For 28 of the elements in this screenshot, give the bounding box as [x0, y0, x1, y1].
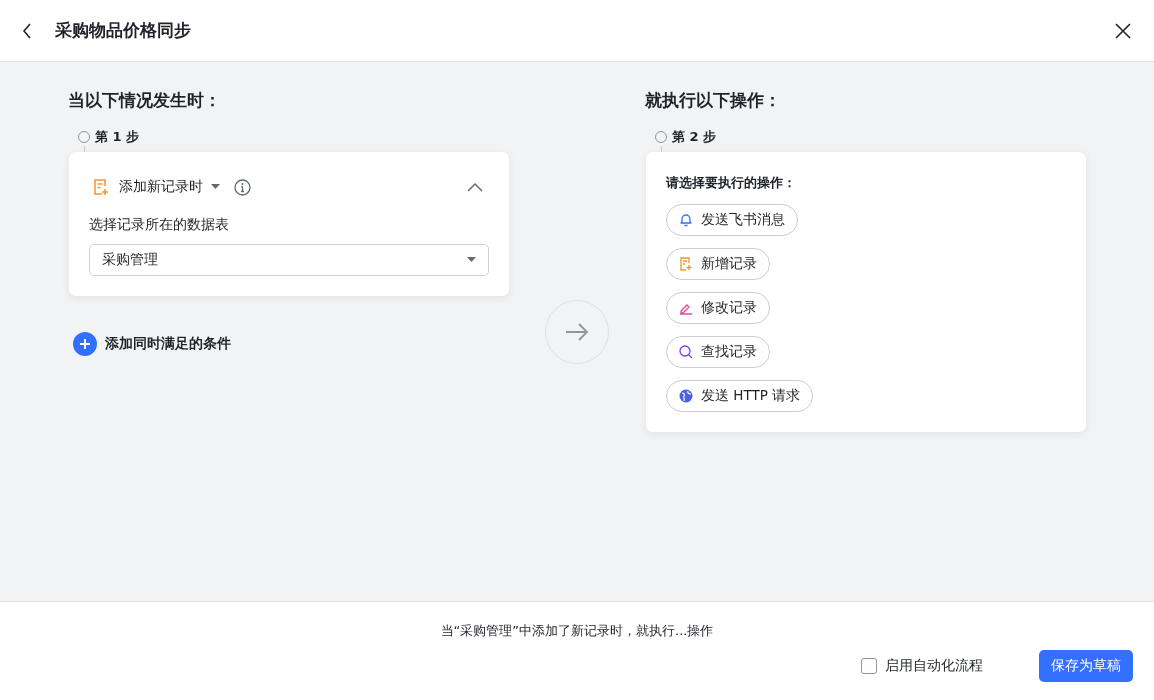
action-option[interactable]: 新增记录: [666, 248, 770, 280]
caret-down-icon: [467, 257, 476, 263]
record-add-icon: [93, 178, 109, 196]
enable-checkbox[interactable]: 启用自动化流程: [861, 657, 983, 675]
plus-icon: [73, 332, 97, 356]
summary-text: 当“采购管理”中添加了新记录时，就执行...操作: [440, 622, 714, 640]
field-label: 选择记录所在的数据表: [89, 216, 230, 234]
search-icon: [679, 345, 693, 359]
action-option[interactable]: 发送 HTTP 请求: [666, 380, 814, 412]
globe-icon: [679, 389, 693, 403]
bell-icon: [679, 213, 693, 227]
table-select[interactable]: 采购管理: [89, 244, 489, 276]
action-option[interactable]: 发送飞书消息: [666, 204, 798, 236]
section-heading: 当以下情况发生时：: [68, 89, 222, 112]
add-condition-button[interactable]: 添加同时满足的条件: [73, 296, 231, 356]
caret-down-icon: [211, 184, 220, 190]
save-draft-button[interactable]: 保存为草稿: [1039, 650, 1133, 682]
close-button[interactable]: [1114, 21, 1132, 40]
info-icon: [234, 178, 251, 196]
record-add-icon: [679, 257, 693, 271]
action-option[interactable]: 查找记录: [666, 336, 770, 368]
step-label: 第 1 步: [95, 128, 140, 146]
action-prompt: 请选择要执行的操作：: [666, 174, 797, 192]
page-title: 采购物品价格同步: [55, 19, 192, 42]
action-option[interactable]: 修改记录: [666, 292, 770, 324]
step-label: 第 2 步: [672, 128, 717, 146]
event-dropdown[interactable]: 添加新记录时: [119, 178, 220, 196]
section-heading: 就执行以下操作：: [645, 89, 782, 112]
